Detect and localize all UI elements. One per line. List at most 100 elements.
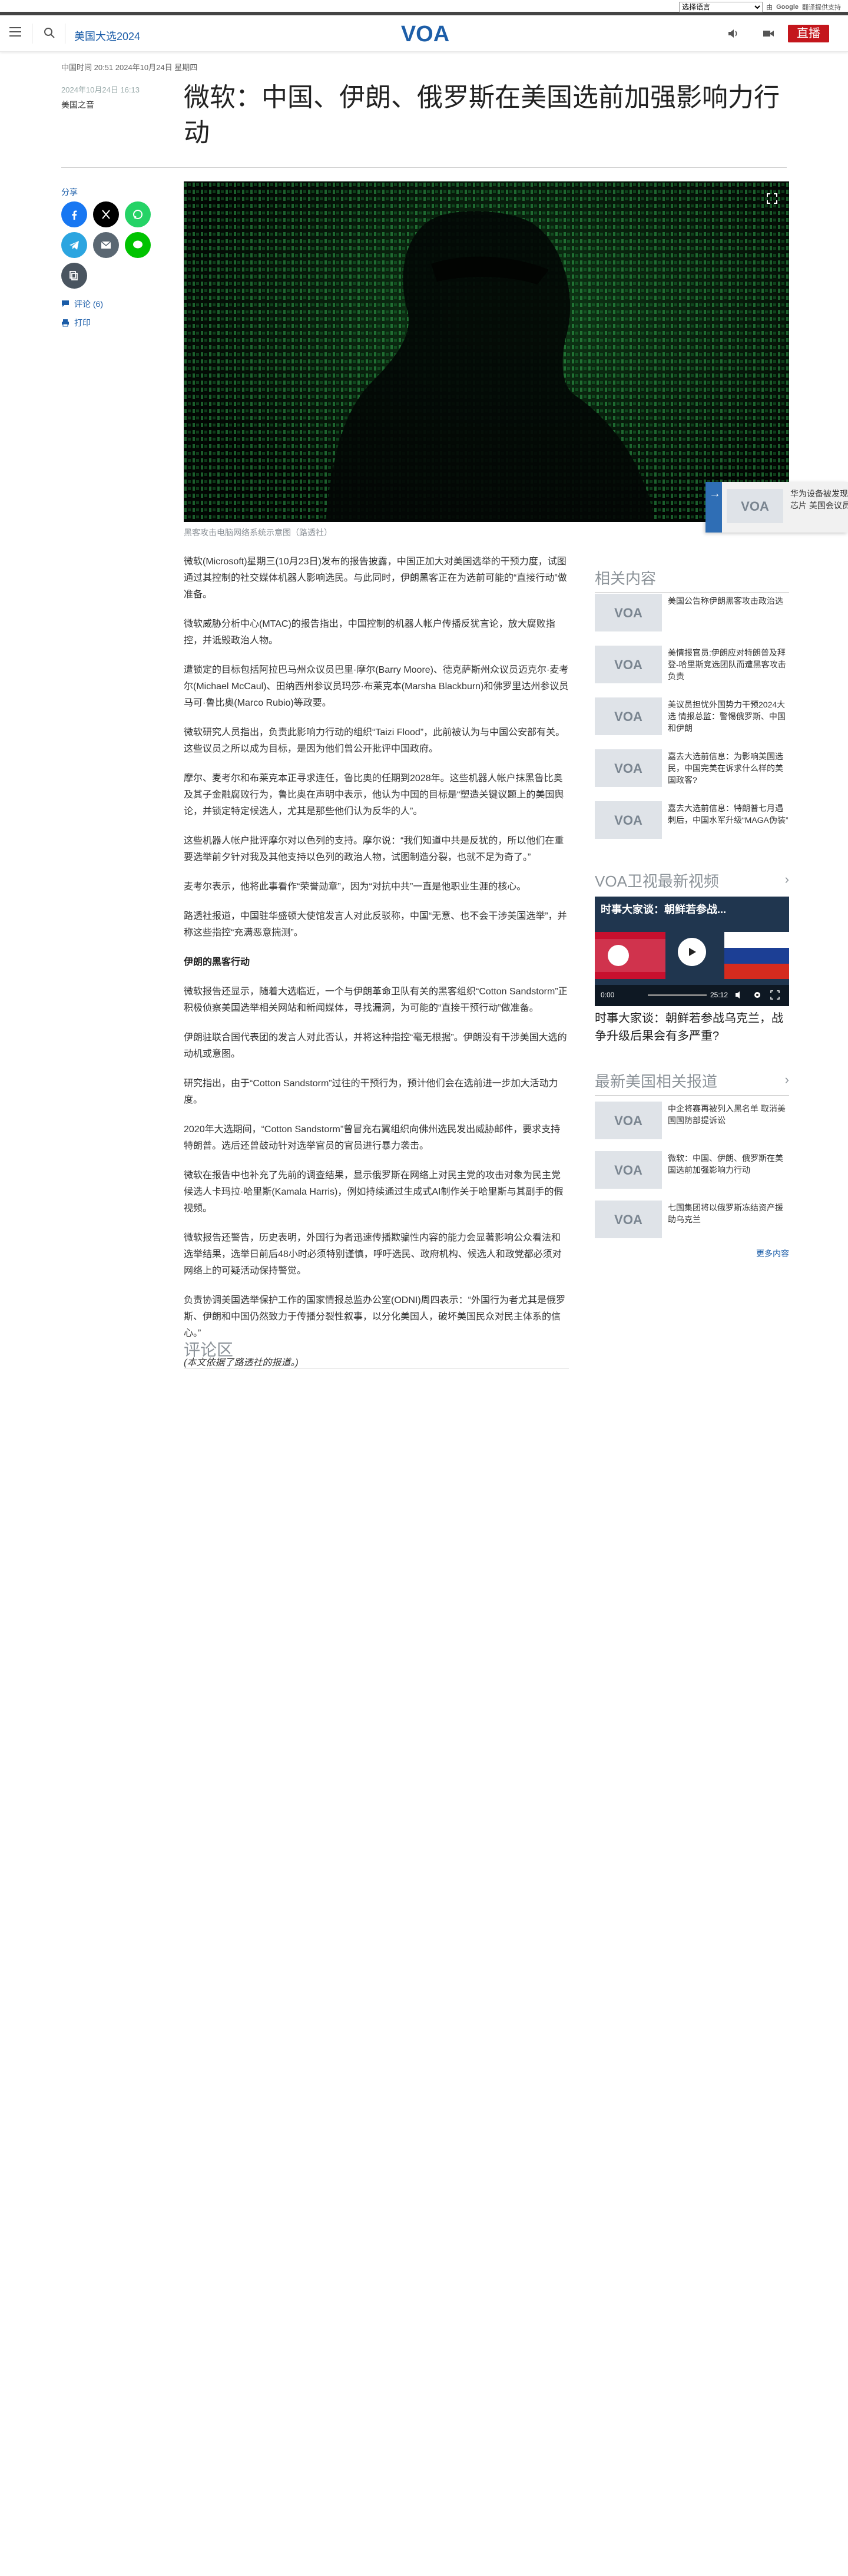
related-item[interactable]: VOA 嘉去大选前信息：为影响美国选民，中国完美在诉求什么样的美国政客?: [595, 749, 789, 792]
video-time-current: 0:00: [601, 991, 615, 999]
more-link[interactable]: 更多内容: [756, 1248, 789, 1259]
related-item[interactable]: VOA 美情报官员:伊朗应对特朗普及拜登-哈里斯竞选团队而遭黑客攻击负责: [595, 646, 789, 688]
arrow-right-icon[interactable]: →: [708, 482, 722, 533]
image-caption: 黑客攻击电脑网络系统示意图（路透社）: [184, 528, 332, 537]
powered-prefix: 由: [766, 4, 773, 11]
volume-icon[interactable]: [735, 991, 744, 999]
promo-text: 华为设备被发现 芯片 美国会议员: [790, 489, 848, 510]
list-item-title[interactable]: 美情报官员:伊朗应对特朗普及拜登-哈里斯竞选团队而遭黑客攻击负责: [668, 647, 789, 682]
article-paragraph: 2020年大选期间，“Cotton Sandstorm”曾冒充右翼组织向佛州选民…: [184, 1125, 561, 1151]
related-item[interactable]: VOA 嘉去大选前信息：特朗普七月遇刺后，中国水军升级“MAGA伪装”: [595, 801, 789, 844]
latest-item[interactable]: VOA 中企将赛再被列入黑名单 取消美国国防部提诉讼: [595, 1102, 789, 1144]
list-item-title[interactable]: 中企将赛再被列入黑名单 取消美国国防部提诉讼: [668, 1103, 789, 1126]
video-fullscreen-icon[interactable]: [770, 990, 780, 1000]
video-title[interactable]: 时事大家谈：朝鲜若参战乌克兰，战争升级后果会有多严重?: [595, 1010, 789, 1045]
search-icon[interactable]: [44, 27, 55, 39]
print-label: 打印: [74, 318, 91, 328]
list-item-title[interactable]: 嘉去大选前信息：为影响美国选民，中国完美在诉求什么样的美国政客?: [668, 750, 789, 786]
latest-item[interactable]: VOA 微软：中国、伊朗、俄罗斯在美国选前加强影响力行动: [595, 1151, 789, 1193]
related-title: 相关内容: [595, 567, 789, 593]
chevron-right-icon[interactable]: ›: [785, 1072, 789, 1087]
article-title: 微软：中国、伊朗、俄罗斯在美国选前加强影响力行动: [184, 83, 780, 147]
whatsapp-share-button[interactable]: [125, 201, 151, 227]
article-paragraph: 伊朗驻联合国代表团的发言人对此否认，并将这种指控“毫无根据”。伊朗没有干涉美国大…: [184, 1033, 567, 1059]
video-section-title[interactable]: VOA卫视最新视频 ›: [595, 869, 789, 891]
list-item-title[interactable]: 美国公告称伊朗黑客攻击政治选: [668, 595, 789, 607]
svg-text:VOA: VOA: [614, 1212, 642, 1227]
svg-text:VOA: VOA: [614, 1113, 642, 1128]
latest-title[interactable]: 最新美国相关报道 ›: [595, 1070, 789, 1096]
article-body: 微软(Microsoft)星期三(10月23日)发布的报告披露，中国正加大对美国…: [184, 554, 569, 1384]
settings-icon[interactable]: [753, 990, 762, 1000]
title-divider: [61, 167, 787, 168]
line-icon: [133, 240, 143, 249]
telegram-share-button[interactable]: [61, 232, 87, 258]
video-player[interactable]: 时事大家谈：朝鲜若参战... 0:00 25:12: [595, 897, 789, 1006]
list-thumbnail: VOA: [595, 801, 662, 839]
facebook-share-button[interactable]: [61, 201, 87, 227]
live-button[interactable]: 直播: [788, 25, 829, 42]
list-thumbnail: VOA: [595, 1201, 662, 1238]
x-icon: [102, 210, 110, 219]
copy-link-button[interactable]: [61, 263, 87, 289]
related-item[interactable]: VOA 美国公告称伊朗黑客攻击政治选: [595, 594, 789, 636]
list-thumbnail: VOA: [595, 646, 662, 683]
list-thumbnail: VOA: [595, 594, 662, 631]
list-item-title[interactable]: 七国集团将以俄罗斯冻结资产援助乌克兰: [668, 1202, 789, 1225]
article-paragraph: 微软在报告中也补充了先前的调查结果，显示俄罗斯在网络上对民主党的攻击对象为民主党…: [184, 1170, 564, 1213]
audio-icon[interactable]: [727, 27, 740, 40]
promo-slide-in[interactable]: → VOA 华为设备被发现 芯片 美国会议员: [705, 482, 848, 533]
x-share-button[interactable]: [93, 201, 119, 227]
video-progress-bar[interactable]: [648, 994, 707, 996]
list-item-title[interactable]: 微软：中国、伊朗、俄罗斯在美国选前加强影响力行动: [668, 1152, 789, 1176]
hero-image: [184, 181, 789, 522]
article-paragraph: 摩尔、麦考尔和布莱克本正寻求连任，鲁比奥的任期到2028年。这些机器人帐户抹黑鲁…: [184, 773, 564, 816]
related-item[interactable]: VOA 美议员担忧外国势力干预2024大选 情报总监：警惕俄罗斯、中国和伊朗: [595, 697, 789, 740]
svg-text:VOA: VOA: [614, 1163, 642, 1178]
article-paragraph: 遭锁定的目标包括阿拉巴马州众议员巴里·摩尔(Barry Moore)、德克萨斯州…: [184, 665, 569, 708]
article-paragraph: 微软报告还显示，随着大选临近，一个与伊朗革命卫队有关的黑客组织“Cotton S…: [184, 987, 568, 1013]
article-paragraph: 负责协调美国选举保护工作的国家情报总监办公室(ODNI)周四表示：“外国行为者尤…: [184, 1295, 565, 1338]
author: 美国之音: [61, 100, 94, 110]
article-paragraph: 微软威胁分析中心(MTAC)的报告指出，中国控制的机器人帐户传播反犹言论，放大腐…: [184, 619, 555, 646]
nav-link-election[interactable]: 美国大选2024: [74, 28, 140, 44]
video-icon[interactable]: [762, 27, 775, 40]
facebook-icon: [72, 210, 77, 220]
chevron-right-icon[interactable]: ›: [785, 872, 789, 887]
email-share-button[interactable]: [93, 232, 119, 258]
line-share-button[interactable]: [125, 232, 151, 258]
list-item-title[interactable]: 嘉去大选前信息：特朗普七月遇刺后，中国水军升级“MAGA伪装”: [668, 802, 789, 826]
language-select[interactable]: 选择语言: [679, 2, 763, 12]
whatsapp-icon: [133, 210, 143, 219]
latest-item[interactable]: VOA 七国集团将以俄罗斯冻结资产援助乌克兰: [595, 1201, 789, 1243]
list-thumbnail: VOA: [595, 749, 662, 787]
hacker-matrix-illustration: [184, 181, 789, 522]
hamburger-icon[interactable]: [9, 27, 21, 39]
svg-text:VOA: VOA: [614, 657, 642, 672]
google-label: Google: [776, 4, 799, 11]
article-paragraph: 研究指出，由于“Cotton Sandstorm”过往的干预行为，预计他们会在选…: [184, 1079, 558, 1105]
copy-link-icon: [69, 271, 78, 280]
fullscreen-icon[interactable]: [766, 192, 779, 205]
comments-link[interactable]: 评论 (6): [61, 298, 103, 310]
svg-text:VOA: VOA: [614, 813, 642, 828]
play-icon[interactable]: [678, 938, 706, 966]
article-paragraph: 麦考尔表示，他将此事看作“荣誉勋章”，因为“对抗中共”一直是他职业生涯的核心。: [184, 882, 526, 892]
voa-logo[interactable]: VOA: [395, 20, 456, 46]
print-icon: [62, 319, 69, 327]
article-paragraph: 微软研究人员指出，负责此影响力行动的组织“Taizi Flood”，此前被认为与…: [184, 728, 565, 754]
print-link[interactable]: 打印: [61, 317, 91, 329]
list-thumbnail: VOA: [595, 1151, 662, 1189]
list-item-title[interactable]: 美议员担忧外国势力干预2024大选 情报总监：警惕俄罗斯、中国和伊朗: [668, 699, 789, 734]
article-subheading: 伊朗的黑客行动: [184, 957, 250, 967]
video-time-total: 25:12: [710, 991, 728, 999]
language-bar: 选择语言 由 Google 翻译提供支持: [0, 0, 848, 15]
svg-text:VOA: VOA: [614, 606, 642, 620]
promo-thumbnail: VOA: [727, 489, 783, 523]
updated-time: 中国时间 20:51 2024年10月24日 星期四: [61, 63, 198, 72]
svg-text:VOA: VOA: [401, 22, 449, 46]
translate-label: 翻译提供支持: [802, 4, 841, 11]
article-paragraph: 微软(Microsoft)星期三(10月23日)发布的报告披露，中国正加大对美国…: [184, 557, 567, 600]
comments-label: 评论 (6): [74, 299, 103, 309]
email-icon: [101, 241, 111, 249]
